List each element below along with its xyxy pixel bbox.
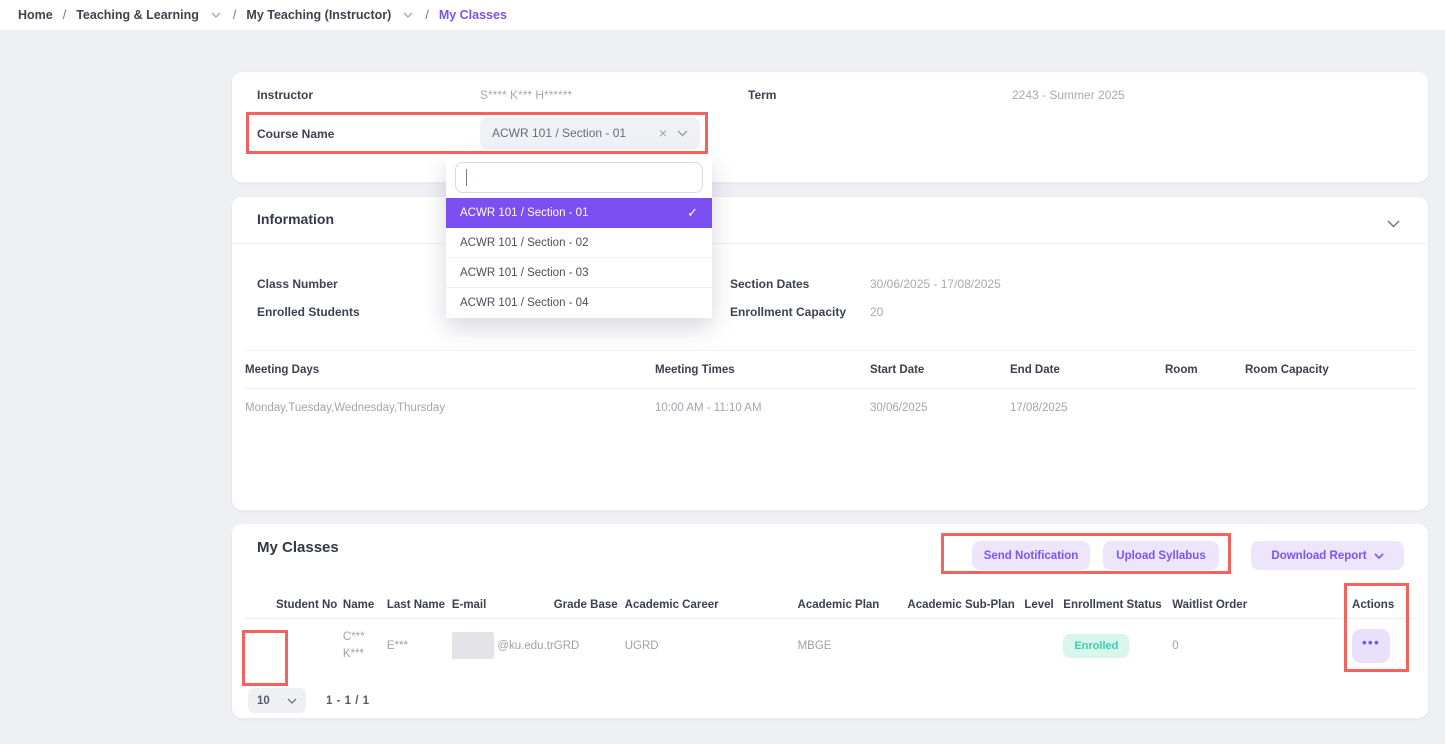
course-option-3[interactable]: ACWR 101 / Section - 03 (446, 258, 712, 288)
student-grade-base: GRD (554, 640, 625, 652)
header-meeting-days: Meeting Days (245, 364, 655, 376)
student-name: C*** K*** (343, 629, 387, 663)
course-option-1-label: ACWR 101 / Section - 01 (460, 207, 588, 219)
enrollment-capacity-label: Enrollment Capacity (730, 305, 846, 319)
breadcrumb-separator: / (63, 8, 66, 22)
course-select[interactable]: ACWR 101 / Section - 01 × (480, 117, 700, 149)
header-grade-base: Grade Base (554, 599, 625, 611)
chevron-down-icon (1374, 553, 1384, 559)
header-meeting-times: Meeting Times (655, 364, 870, 376)
course-option-2-label: ACWR 101 / Section - 02 (460, 237, 588, 249)
student-name-line1: C*** (343, 629, 387, 646)
chevron-down-icon[interactable] (403, 12, 413, 18)
meetings-table: Meeting Days Meeting Times Start Date En… (245, 350, 1415, 427)
header-actions: Actions (1352, 599, 1415, 611)
course-name-label: Course Name (257, 127, 334, 141)
download-report-button[interactable]: Download Report (1251, 541, 1404, 570)
page: Home / Teaching & Learning / My Teaching… (0, 0, 1445, 744)
course-dropdown-panel: ACWR 101 / Section - 01 ✓ ACWR 101 / Sec… (446, 155, 712, 318)
meetings-table-header: Meeting Days Meeting Times Start Date En… (245, 350, 1415, 389)
header-waitlist-order: Waitlist Order (1172, 599, 1352, 611)
check-icon: ✓ (687, 205, 698, 221)
meeting-end-date-value: 17/08/2025 (1010, 402, 1165, 414)
student-academic-plan: MBGE (798, 640, 908, 652)
instructor-label: Instructor (257, 88, 313, 102)
page-size-value: 10 (257, 695, 270, 707)
header-academic-career: Academic Career (625, 599, 798, 611)
email-redacted (452, 632, 495, 659)
course-option-1[interactable]: ACWR 101 / Section - 01 ✓ (446, 198, 712, 228)
header-room: Room (1165, 364, 1245, 376)
chevron-down-icon[interactable] (211, 12, 221, 18)
breadcrumb-my-classes[interactable]: My Classes (439, 8, 507, 22)
course-select-value: ACWR 101 / Section - 01 (492, 126, 659, 140)
ellipsis-icon: ••• (1362, 635, 1380, 650)
breadcrumb-separator: / (233, 8, 236, 22)
header-email: E-mail (452, 599, 554, 611)
meeting-times-value: 10:00 AM - 11:10 AM (655, 402, 870, 414)
download-report-label: Download Report (1271, 550, 1366, 562)
upload-syllabus-button[interactable]: Upload Syllabus (1103, 541, 1219, 570)
collapse-chevron-icon[interactable] (1387, 215, 1400, 233)
breadcrumb-separator: / (425, 8, 428, 22)
course-selection-card: Instructor S**** K*** H****** Term 2243 … (232, 72, 1428, 182)
header-student-no: Student No (276, 599, 343, 611)
breadcrumb-my-teaching[interactable]: My Teaching (Instructor) (246, 8, 391, 22)
header-academic-sub-plan: Academic Sub-Plan (907, 599, 1024, 611)
student-row: C*** K*** E*** @ku.edu.tr GRD UGRD MBGE … (245, 618, 1415, 672)
header-end-date: End Date (1010, 364, 1165, 376)
term-label: Term (748, 88, 776, 102)
student-email: @ku.edu.tr (452, 632, 554, 659)
header-name: Name (343, 599, 387, 611)
section-dates-value: 30/06/2025 - 17/08/2025 (870, 277, 1001, 291)
course-dropdown-options: ACWR 101 / Section - 01 ✓ ACWR 101 / Sec… (446, 198, 712, 318)
header-level: Level (1024, 599, 1063, 611)
class-number-label: Class Number (257, 277, 338, 291)
enrollment-status-badge: Enrolled (1063, 634, 1129, 658)
email-domain: @ku.edu.tr (497, 640, 553, 652)
clear-icon[interactable]: × (659, 126, 667, 140)
pagination: 10 1 - 1 / 1 (248, 688, 370, 713)
divider (232, 243, 1428, 244)
information-card: Information Class Number Enrolled Studen… (232, 197, 1428, 510)
breadcrumb-teaching-learning[interactable]: Teaching & Learning (76, 8, 199, 22)
text-caret (466, 169, 467, 186)
breadcrumb-home[interactable]: Home (18, 8, 53, 22)
student-waitlist-order: 0 (1172, 640, 1352, 652)
breadcrumb: Home / Teaching & Learning / My Teaching… (0, 0, 1445, 30)
meeting-days-value: Monday,Tuesday,Wednesday,Thursday (245, 402, 655, 414)
students-table-header: Student No Name Last Name E-mail Grade B… (245, 592, 1415, 618)
enrolled-students-label: Enrolled Students (257, 305, 360, 319)
students-table: Student No Name Last Name E-mail Grade B… (245, 592, 1415, 672)
page-size-select[interactable]: 10 (248, 688, 306, 713)
course-option-4[interactable]: ACWR 101 / Section - 04 (446, 288, 712, 318)
header-room-capacity: Room Capacity (1245, 364, 1415, 376)
chevron-down-icon (287, 698, 297, 704)
chevron-down-icon[interactable] (677, 130, 688, 137)
header-academic-plan: Academic Plan (798, 599, 908, 611)
header-start-date: Start Date (870, 364, 1010, 376)
my-classes-title: My Classes (257, 539, 339, 556)
header-enrollment-status: Enrollment Status (1063, 599, 1172, 611)
meetings-table-row: Monday,Tuesday,Wednesday,Thursday 10:00 … (245, 389, 1415, 427)
term-value: 2243 - Summer 2025 (1012, 88, 1125, 102)
header-last-name: Last Name (387, 599, 452, 611)
course-option-3-label: ACWR 101 / Section - 03 (460, 267, 588, 279)
row-actions-button[interactable]: ••• (1352, 629, 1390, 663)
course-option-2[interactable]: ACWR 101 / Section - 02 (446, 228, 712, 258)
course-search-input[interactable] (455, 162, 703, 193)
course-option-4-label: ACWR 101 / Section - 04 (460, 297, 588, 309)
section-dates-label: Section Dates (730, 277, 809, 291)
my-classes-card: My Classes Send Notification Upload Syll… (232, 524, 1428, 718)
enrollment-capacity-value: 20 (870, 305, 883, 319)
pagination-range: 1 - 1 / 1 (326, 695, 370, 707)
information-title: Information (257, 211, 334, 227)
instructor-value: S**** K*** H****** (480, 88, 572, 102)
send-notification-button[interactable]: Send Notification (972, 541, 1090, 570)
student-name-line2: K*** (343, 646, 387, 663)
student-academic-career: UGRD (625, 640, 798, 652)
student-last-name: E*** (387, 640, 452, 652)
meeting-start-date-value: 30/06/2025 (870, 402, 1010, 414)
